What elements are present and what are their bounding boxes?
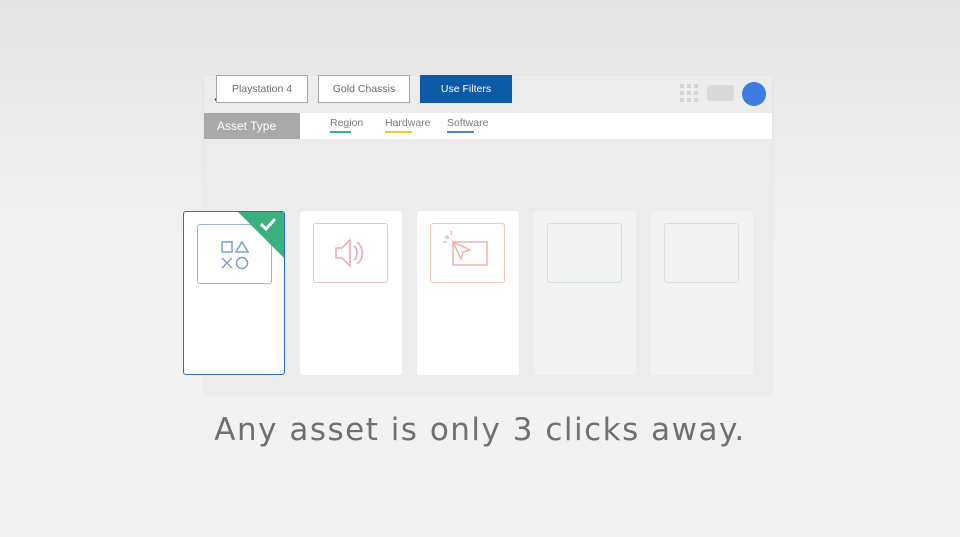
tab-region[interactable]: Region xyxy=(330,117,363,133)
asset-card-audio[interactable] xyxy=(300,211,402,375)
asset-card-thumb xyxy=(313,223,388,283)
tab-region-underline xyxy=(330,131,351,133)
use-filters-button[interactable]: Use Filters xyxy=(420,75,512,103)
filter-chip-playstation-4[interactable]: Playstation 4 xyxy=(216,75,308,103)
filter-bar: Asset Type Region Hardware Software xyxy=(204,113,772,139)
speaker-icon xyxy=(335,238,363,268)
asset-card-empty-1 xyxy=(534,211,636,375)
placeholder-icon xyxy=(664,223,739,283)
check-icon xyxy=(259,217,277,232)
tab-hardware-label: Hardware xyxy=(385,117,431,129)
user-avatar[interactable] xyxy=(742,82,766,106)
tab-hardware[interactable]: Hardware xyxy=(385,117,431,133)
asset-card-interactive[interactable] xyxy=(417,211,519,375)
tab-software-underline xyxy=(447,131,474,133)
tagline: Any asset is only 3 clicks away. xyxy=(214,412,746,448)
placeholder-icon xyxy=(547,223,622,283)
asset-card-software[interactable] xyxy=(183,211,285,375)
tab-software-label: Software xyxy=(447,117,489,129)
asset-card-empty-2 xyxy=(651,211,753,375)
cursor-click-screen-icon xyxy=(443,231,488,266)
tab-hardware-underline xyxy=(385,131,412,133)
apps-grid-icon[interactable] xyxy=(680,84,698,102)
asset-card-thumb xyxy=(430,223,505,283)
toggle-button[interactable] xyxy=(707,85,734,101)
tab-region-label: Region xyxy=(330,117,364,129)
asset-type-tab[interactable]: Asset Type xyxy=(204,113,300,139)
tab-software[interactable]: Software xyxy=(447,117,488,133)
filter-chip-gold-chassis[interactable]: Gold Chassis xyxy=(318,75,410,103)
